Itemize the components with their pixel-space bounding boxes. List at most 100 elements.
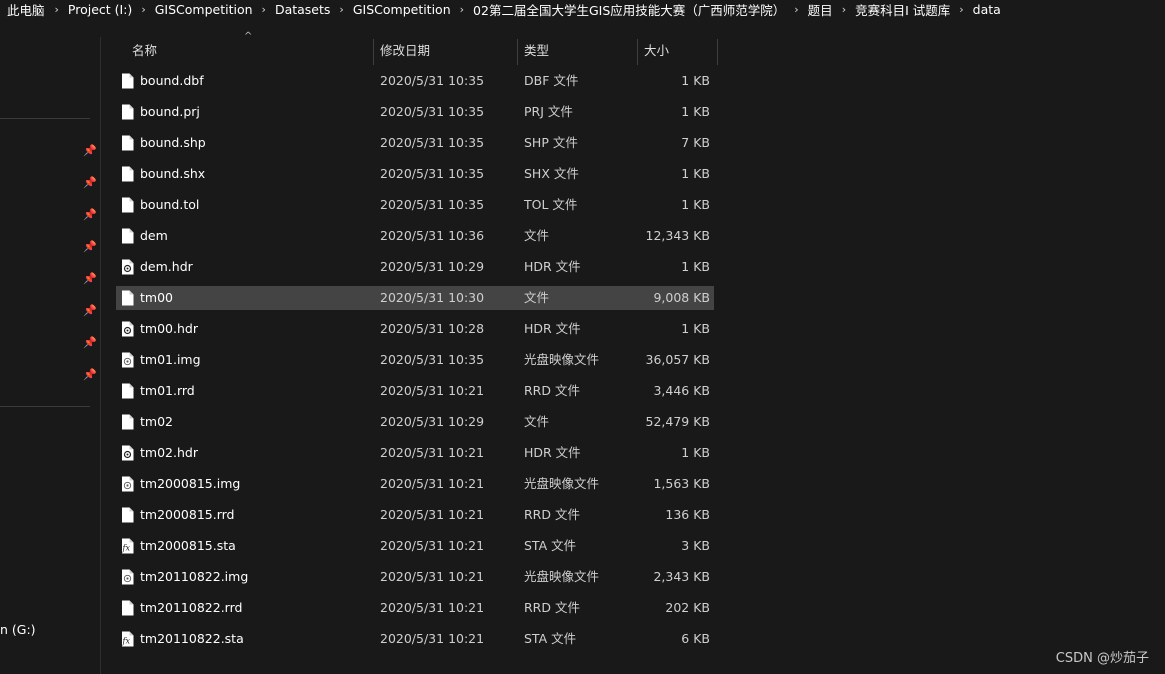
fx-file-icon: fx	[121, 538, 134, 554]
pin-icon[interactable]: 📌	[83, 337, 97, 349]
file-name: tm20110822.img	[140, 569, 249, 584]
file-row[interactable]: tm01.rrd 2020/5/31 10:21 RRD 文件 3,446 KB	[116, 379, 714, 403]
column-resize-handle[interactable]	[517, 39, 518, 65]
file-type: RRD 文件	[524, 383, 580, 398]
column-header-name[interactable]: 名称	[132, 37, 157, 65]
breadcrumb-item[interactable]: 此电脑	[0, 0, 45, 18]
file-modified-date: 2020/5/31 10:29	[380, 414, 485, 429]
hdr-file-icon	[121, 259, 134, 275]
file-row[interactable]: tm01.img 2020/5/31 10:35 光盘映像文件 36,057 KB	[116, 348, 714, 372]
file-type: RRD 文件	[524, 600, 580, 615]
file-row[interactable]: fx tm2000815.sta 2020/5/31 10:21 STA 文件 3 KB	[116, 534, 714, 558]
blank-file-icon	[121, 290, 134, 306]
pin-icon[interactable]: 📌	[83, 273, 97, 285]
pane-divider[interactable]	[100, 37, 101, 674]
file-name: tm2000815.rrd	[140, 507, 235, 522]
pin-icon[interactable]: 📌	[83, 145, 97, 157]
file-modified-date: 2020/5/31 10:21	[380, 538, 485, 553]
file-name: tm02	[140, 414, 173, 429]
disc-image-file-icon	[121, 352, 134, 368]
file-modified-date: 2020/5/31 10:21	[380, 445, 485, 460]
file-modified-date: 2020/5/31 10:30	[380, 290, 485, 305]
breadcrumb-item[interactable]: 02第二届全国大学生GIS应用技能大赛（广西师范学院）	[473, 0, 785, 18]
pin-icon[interactable]: 📌	[83, 305, 97, 317]
file-row[interactable]: tm20110822.rrd 2020/5/31 10:21 RRD 文件 202 K…	[116, 596, 714, 620]
chevron-right-icon[interactable]: ›	[451, 3, 473, 16]
file-row[interactable]: bound.shx 2020/5/31 10:35 SHX 文件 1 KB	[116, 162, 714, 186]
column-header-bar: ^ 名称 修改日期 类型 大小	[101, 31, 721, 65]
column-header-type[interactable]: 类型	[524, 37, 549, 65]
disc-image-file-icon	[121, 476, 134, 492]
file-modified-date: 2020/5/31 10:21	[380, 507, 485, 522]
file-row[interactable]: bound.prj 2020/5/31 10:35 PRJ 文件 1 KB	[116, 100, 714, 124]
file-row[interactable]: tm00.hdr 2020/5/31 10:28 HDR 文件 1 KB	[116, 317, 714, 341]
file-row[interactable]: dem.hdr 2020/5/31 10:29 HDR 文件 1 KB	[116, 255, 714, 279]
file-size: 1 KB	[681, 259, 710, 274]
file-size: 136 KB	[665, 507, 710, 522]
file-row[interactable]: tm02.hdr 2020/5/31 10:21 HDR 文件 1 KB	[116, 441, 714, 465]
blank-file-icon	[121, 507, 134, 523]
chevron-right-icon[interactable]: ›	[253, 3, 275, 16]
watermark: CSDN @炒茄子	[1055, 651, 1149, 666]
file-row[interactable]: fx tm20110822.sta 2020/5/31 10:21 STA 文件 6 K…	[116, 627, 714, 651]
svg-text:fx: fx	[122, 637, 131, 646]
file-modified-date: 2020/5/31 10:21	[380, 476, 485, 491]
file-name: tm01.img	[140, 352, 201, 367]
file-row[interactable]: bound.dbf 2020/5/31 10:35 DBF 文件 1 KB	[116, 69, 714, 93]
file-row[interactable]: bound.tol 2020/5/31 10:35 TOL 文件 1 KB	[116, 193, 714, 217]
file-name: tm00.hdr	[140, 321, 198, 336]
file-name: tm2000815.img	[140, 476, 241, 491]
file-modified-date: 2020/5/31 10:35	[380, 197, 485, 212]
breadcrumb-item[interactable]: Project (I:)	[68, 2, 132, 17]
breadcrumb-item[interactable]: Datasets	[275, 2, 330, 17]
file-size: 7 KB	[681, 135, 710, 150]
column-resize-handle[interactable]	[637, 39, 638, 65]
chevron-right-icon[interactable]: ›	[132, 3, 154, 16]
column-header-size[interactable]: 大小	[644, 37, 669, 65]
file-modified-date: 2020/5/31 10:35	[380, 104, 485, 119]
file-row[interactable]: tm20110822.img 2020/5/31 10:21 光盘映像文件 2,343…	[116, 565, 714, 589]
file-type: 文件	[524, 290, 550, 305]
file-name: tm01.rrd	[140, 383, 195, 398]
file-type: TOL 文件	[524, 197, 578, 212]
file-name: tm00	[140, 290, 173, 305]
file-modified-date: 2020/5/31 10:21	[380, 569, 485, 584]
file-row[interactable]: tm02 2020/5/31 10:29 文件 52,479 KB	[116, 410, 714, 434]
chevron-right-icon[interactable]: ›	[45, 3, 68, 16]
file-size: 1 KB	[681, 445, 710, 460]
file-row[interactable]: bound.shp 2020/5/31 10:35 SHP 文件 7 KB	[116, 131, 714, 155]
column-header-date[interactable]: 修改日期	[380, 37, 430, 65]
file-row[interactable]: tm00 2020/5/31 10:30 文件 9,008 KB	[116, 286, 714, 310]
breadcrumb-item[interactable]: data	[973, 2, 1001, 17]
column-resize-handle[interactable]	[717, 39, 718, 65]
navigation-pane: 📌 📌 📌 📌 📌 📌 📌 📌 n (G:)	[0, 18, 100, 674]
file-name: tm02.hdr	[140, 445, 198, 460]
column-resize-handle[interactable]	[373, 39, 374, 65]
file-row[interactable]: tm2000815.rrd 2020/5/31 10:21 RRD 文件 136 KB	[116, 503, 714, 527]
breadcrumb-item[interactable]: GISCompetition	[353, 2, 451, 17]
chevron-right-icon[interactable]: ›	[950, 3, 972, 16]
pin-icon[interactable]: 📌	[83, 241, 97, 253]
file-name: tm20110822.rrd	[140, 600, 243, 615]
breadcrumb-item[interactable]: 题目	[808, 0, 833, 18]
file-modified-date: 2020/5/31 10:21	[380, 631, 485, 646]
file-size: 1 KB	[681, 166, 710, 181]
file-name: bound.shx	[140, 166, 206, 181]
file-type: HDR 文件	[524, 259, 581, 274]
pin-icon[interactable]: 📌	[83, 209, 97, 221]
file-modified-date: 2020/5/31 10:35	[380, 166, 485, 181]
pin-icon[interactable]: 📌	[83, 369, 97, 381]
chevron-right-icon[interactable]: ›	[833, 3, 855, 16]
blank-file-icon	[121, 104, 134, 120]
pin-icon[interactable]: 📌	[83, 177, 97, 189]
file-size: 12,343 KB	[645, 228, 710, 243]
file-size: 52,479 KB	[645, 414, 710, 429]
file-row[interactable]: dem 2020/5/31 10:36 文件 12,343 KB	[116, 224, 714, 248]
svg-text:fx: fx	[122, 544, 131, 553]
chevron-right-icon[interactable]: ›	[330, 3, 352, 16]
breadcrumb-item[interactable]: 竞赛科目I 试题库	[855, 0, 950, 18]
file-row[interactable]: tm2000815.img 2020/5/31 10:21 光盘映像文件 1,563 …	[116, 472, 714, 496]
chevron-right-icon[interactable]: ›	[785, 3, 807, 16]
sidebar-item-drive-g[interactable]: n (G:)	[0, 622, 36, 637]
breadcrumb-item[interactable]: GISCompetition	[155, 2, 253, 17]
